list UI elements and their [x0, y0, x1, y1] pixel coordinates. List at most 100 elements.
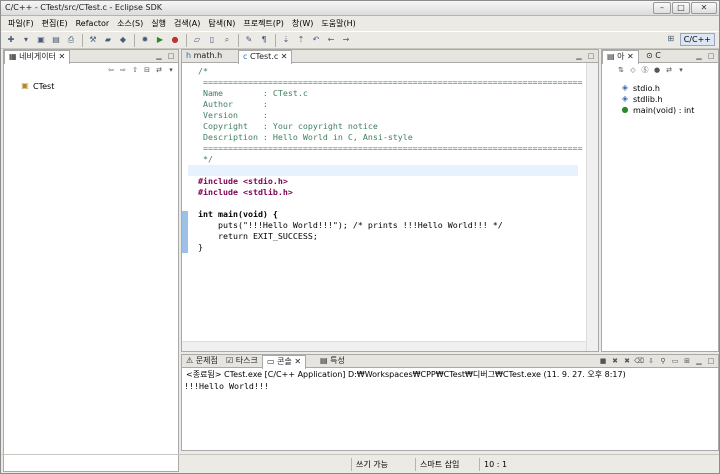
editor-horizontal-scrollbar[interactable] [182, 341, 586, 351]
save-all-icon[interactable]: ▤ [50, 34, 62, 46]
build-icon[interactable]: ⚒ [87, 34, 99, 46]
next-annotation-icon[interactable]: ⇣ [280, 34, 292, 46]
code-line: Copyright : Your copyright notice [198, 121, 378, 131]
navigator-icon: ▦ [9, 52, 20, 61]
tab-navigator-label: 네비게이터 [19, 52, 56, 61]
problems-icon: ⚠ [186, 356, 196, 365]
display-console-icon[interactable]: ▭ [670, 356, 680, 366]
hide-nonpublic-icon[interactable]: ● [652, 65, 662, 75]
tree-item-ctest[interactable]: ▣ CTest [20, 81, 54, 91]
include-icon: ◈ [621, 94, 629, 103]
tab-console[interactable]: ▭ 콘솔 ✕ [262, 355, 307, 369]
menu-search[interactable]: 검색(A) [170, 18, 204, 29]
minimize-icon[interactable]: ▁ [574, 51, 584, 61]
link-editor-icon[interactable]: ⇄ [154, 65, 164, 75]
maximize-icon[interactable]: □ [166, 51, 176, 61]
close-icon[interactable]: ✕ [627, 52, 634, 61]
collapse-all-icon[interactable]: ⊟ [142, 65, 152, 75]
scroll-lock-icon[interactable]: ⇩ [646, 356, 656, 366]
open-type-icon[interactable]: ▱ [191, 34, 203, 46]
show-whitespace-icon[interactable]: ¶ [258, 34, 270, 46]
new-class-icon[interactable]: ◆ [117, 34, 129, 46]
tab-tasks[interactable]: ☑ 타스크 [222, 355, 262, 368]
tab-outline-label: 아 [617, 52, 625, 61]
menu-window[interactable]: 창(W) [288, 18, 318, 29]
close-button[interactable]: ✕ [691, 2, 717, 14]
menu-file[interactable]: 파일(F) [4, 18, 38, 29]
view-menu-icon[interactable]: ▾ [676, 65, 686, 75]
menu-edit[interactable]: 편집(E) [38, 18, 72, 29]
minimize-icon[interactable]: ▁ [694, 51, 704, 61]
menu-navigate[interactable]: 탐색(N) [204, 18, 239, 29]
forward-icon[interactable]: → [340, 34, 352, 46]
new-dropdown-icon[interactable]: ▾ [20, 34, 32, 46]
code-line: #include <stdlib.h> [198, 187, 293, 197]
tab-problems[interactable]: ⚠ 문제점 [182, 355, 222, 368]
tab-label: CTest.c [249, 52, 279, 61]
code-line-current [188, 165, 578, 176]
menu-project[interactable]: 프로젝트(P) [239, 18, 288, 29]
view-menu-icon[interactable]: ▾ [166, 65, 176, 75]
tab-math-h[interactable]: h math.h [182, 50, 226, 63]
minimize-icon[interactable]: ▁ [154, 51, 164, 61]
remove-launch-icon[interactable]: ✖ [610, 356, 620, 366]
perspective-switcher: ⊞ C/C++ [665, 32, 715, 46]
external-tools-icon[interactable]: ● [169, 34, 181, 46]
sort-icon[interactable]: ⇅ [616, 65, 626, 75]
menu-source[interactable]: 소스(S) [113, 18, 147, 29]
debug-icon[interactable]: ✹ [139, 34, 151, 46]
back-icon[interactable]: ← [325, 34, 337, 46]
up-icon[interactable]: ⇧ [130, 65, 140, 75]
tab-make-targets[interactable]: ⊙ C [642, 50, 665, 63]
remove-all-icon[interactable]: ✖ [622, 356, 632, 366]
print-icon[interactable]: ⎙ [65, 34, 77, 46]
menu-run[interactable]: 실행 [147, 18, 170, 29]
close-icon[interactable]: ✕ [58, 52, 65, 61]
search-icon[interactable]: ⌕ [221, 34, 233, 46]
outline-item-stdlib[interactable]: ◈ stdlib.h [620, 94, 663, 104]
prev-annotation-icon[interactable]: ⇡ [295, 34, 307, 46]
forward-icon[interactable]: ⇨ [118, 65, 128, 75]
project-icon: ▣ [21, 81, 29, 90]
last-edit-icon[interactable]: ↶ [310, 34, 322, 46]
hide-static-icon[interactable]: Ⓢ [640, 65, 650, 75]
new-icon[interactable]: ✚ [5, 34, 17, 46]
maximize-icon[interactable]: □ [586, 51, 596, 61]
menu-refactor[interactable]: Refactor [72, 19, 114, 28]
hide-fields-icon[interactable]: ◇ [628, 65, 638, 75]
save-icon[interactable]: ▣ [35, 34, 47, 46]
run-icon[interactable]: ▶ [154, 34, 166, 46]
clear-console-icon[interactable]: ⌫ [634, 356, 644, 366]
tab-properties[interactable]: ▤ 특성 [316, 355, 349, 368]
code-area[interactable]: /* =====================================… [188, 66, 583, 339]
menu-help[interactable]: 도움말(H) [317, 18, 359, 29]
open-perspective-icon[interactable]: ⊞ [665, 33, 677, 45]
tab-navigator[interactable]: ▦ 네비게이터 ✕ [4, 50, 71, 64]
open-element-icon[interactable]: ▯ [206, 34, 218, 46]
maximize-icon[interactable]: □ [706, 51, 716, 61]
close-icon[interactable]: ✕ [294, 357, 301, 366]
maximize-icon[interactable]: □ [706, 356, 716, 366]
perspective-cpp-button[interactable]: C/C++ [679, 32, 715, 46]
make-target-icon: ⊙ [646, 51, 656, 60]
terminate-icon[interactable]: ■ [598, 356, 608, 366]
toggle-mark-icon[interactable]: ✎ [243, 34, 255, 46]
maximize-button[interactable]: □ [672, 2, 690, 14]
console-output[interactable]: !!!Hello World!!! [184, 381, 269, 391]
new-folder-icon[interactable]: ▰ [102, 34, 114, 46]
tree-item-label: CTest [33, 81, 55, 91]
minimize-icon[interactable]: ▁ [694, 356, 704, 366]
tab-outline[interactable]: ▤ 아 ✕ [602, 50, 639, 64]
back-icon[interactable]: ⇦ [106, 65, 116, 75]
outline-item-main[interactable]: ● main(void) : int [620, 105, 695, 115]
outline-item-stdio[interactable]: ◈ stdio.h [620, 83, 660, 93]
outline-item-label: main(void) : int [633, 105, 695, 115]
open-console-icon[interactable]: ⊞ [682, 356, 692, 366]
minimize-button[interactable]: – [653, 2, 671, 14]
close-icon[interactable]: ✕ [281, 52, 288, 61]
pin-console-icon[interactable]: ⚲ [658, 356, 668, 366]
link-editor-icon[interactable]: ⇄ [664, 65, 674, 75]
editor-vertical-scrollbar[interactable] [586, 63, 598, 351]
tab-ctest-c[interactable]: c CTest.c ✕ [238, 50, 293, 64]
